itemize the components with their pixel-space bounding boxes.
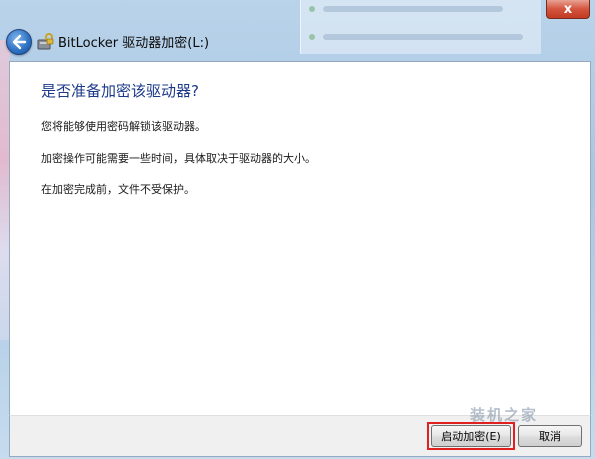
window-title: BitLocker 驱动器加密(L:) [58,36,210,51]
page-title: 是否准备加密该驱动器? [41,82,199,100]
background-text-line [323,6,503,12]
info-line-protection: 在加密完成前，文件不受保护。 [41,183,195,196]
close-icon: x [563,1,573,17]
back-button[interactable] [6,29,32,55]
info-line-password: 您将能够使用密码解锁该驱动器。 [41,120,206,133]
start-encryption-button[interactable]: 启动加密(E) [431,425,511,447]
info-line-duration: 加密操作可能需要一些时间，具体取决于驱动器的大小。 [41,152,316,165]
watermark: 装机之家 [470,406,539,424]
close-button[interactable]: x [546,0,590,19]
content-panel: 是否准备加密该驱动器? 您将能够使用密码解锁该驱动器。 加密操作可能需要一些时间… [9,61,591,417]
cancel-button[interactable]: 取消 [518,425,582,447]
background-bullet-icon [309,6,315,12]
bitlocker-icon [37,33,54,50]
back-arrow-icon [12,34,27,50]
title-bar: BitLocker 驱动器加密(L:) [0,26,595,60]
